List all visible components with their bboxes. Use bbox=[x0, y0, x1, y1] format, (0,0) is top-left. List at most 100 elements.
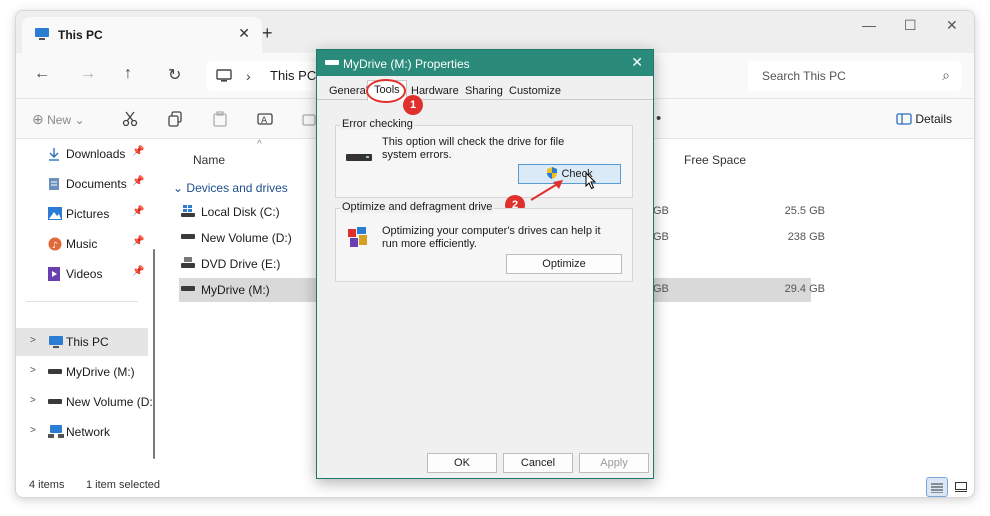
network-icon bbox=[48, 425, 64, 438]
sidebar-item-label: Documents bbox=[66, 177, 127, 191]
search-input[interactable]: Search This PC bbox=[762, 69, 846, 83]
svg-text:A: A bbox=[261, 116, 268, 126]
properties-dialog: MyDrive (M:) Properties ✕ General Tools … bbox=[316, 49, 654, 479]
chevron-down-icon: ⌄ bbox=[74, 113, 85, 127]
svg-text:♪: ♪ bbox=[52, 241, 58, 251]
drive-icon bbox=[346, 154, 372, 161]
apply-button[interactable]: Apply bbox=[579, 453, 649, 473]
close-window-button[interactable]: ✕ bbox=[946, 17, 958, 34]
tab-hardware[interactable]: Hardware bbox=[411, 85, 459, 97]
group-devices-and-drives[interactable]: ⌄ Devices and drives bbox=[173, 181, 288, 195]
plus-circle-icon: ⊕ bbox=[32, 111, 44, 127]
sidebar-scrollbar[interactable] bbox=[153, 249, 155, 459]
title-bar: This PC ✕ + — ☐ ✕ bbox=[16, 11, 974, 53]
windows-drive-icon bbox=[181, 205, 195, 217]
expand-arrow-icon[interactable]: > bbox=[30, 395, 36, 406]
drive-total-size: GB bbox=[653, 205, 669, 217]
drive-total-size: GB bbox=[653, 231, 669, 243]
cancel-button[interactable]: Cancel bbox=[503, 453, 573, 473]
ok-button[interactable]: OK bbox=[427, 453, 497, 473]
tiles-view-button[interactable] bbox=[950, 477, 972, 497]
up-button[interactable]: ↑ bbox=[124, 65, 132, 83]
pin-icon: 📌 bbox=[132, 206, 145, 217]
dialog-close-icon[interactable]: ✕ bbox=[631, 54, 643, 71]
sidebar-item-this-pc[interactable]: > This PC bbox=[16, 328, 148, 356]
sidebar-item-network[interactable]: > Network bbox=[16, 418, 148, 446]
new-button[interactable]: ⊕ New ⌄ bbox=[32, 111, 85, 128]
dvd-drive-icon bbox=[181, 257, 195, 268]
drive-icon bbox=[48, 399, 62, 404]
selection-count: 1 item selected bbox=[86, 479, 160, 491]
column-header-name[interactable]: Name bbox=[193, 153, 225, 167]
refresh-button[interactable]: ↻ bbox=[168, 65, 181, 85]
sidebar-item-music[interactable]: ♪ Music 📌 bbox=[16, 230, 148, 258]
tab-general[interactable]: General bbox=[329, 85, 368, 97]
drive-free-space: 25.5 GB bbox=[784, 205, 825, 217]
tab-close-icon[interactable]: ✕ bbox=[238, 25, 250, 42]
drive-icon bbox=[181, 234, 195, 239]
drive-name: New Volume (D:) bbox=[201, 231, 292, 245]
sidebar-item-downloads[interactable]: Downloads 📌 bbox=[16, 140, 148, 168]
documents-icon bbox=[49, 178, 59, 190]
error-checking-description: This option will check the drive for fil… bbox=[382, 136, 565, 161]
pin-icon: 📌 bbox=[132, 266, 145, 277]
drive-name: MyDrive (M:) bbox=[201, 283, 270, 297]
sidebar-item-documents[interactable]: Documents 📌 bbox=[16, 170, 148, 198]
rename-icon[interactable]: A bbox=[257, 111, 273, 127]
new-tab-button[interactable]: + bbox=[262, 23, 273, 44]
sort-arrow-icon: ^ bbox=[257, 139, 262, 150]
forward-button[interactable]: → bbox=[80, 65, 96, 83]
videos-icon bbox=[48, 267, 60, 281]
expand-arrow-icon[interactable]: > bbox=[30, 335, 36, 346]
drive-total-size: GB bbox=[653, 283, 669, 295]
pin-icon: 📌 bbox=[132, 146, 145, 157]
drive-icon bbox=[325, 60, 339, 65]
sidebar-item-new-volume[interactable]: > New Volume (D: bbox=[16, 388, 153, 416]
minimize-button[interactable]: — bbox=[862, 17, 876, 33]
more-options-icon[interactable]: • bbox=[656, 110, 661, 127]
details-view-button[interactable] bbox=[926, 477, 948, 497]
annotation-arrow bbox=[530, 180, 563, 201]
optimize-button[interactable]: Optimize bbox=[506, 254, 622, 274]
copy-icon[interactable] bbox=[167, 111, 183, 127]
details-pane-icon bbox=[896, 113, 912, 125]
details-button[interactable]: Details bbox=[896, 112, 952, 126]
item-count: 4 items bbox=[29, 479, 65, 491]
details-label: Details bbox=[915, 112, 952, 126]
this-pc-icon bbox=[35, 28, 49, 40]
paste-icon[interactable] bbox=[212, 111, 228, 127]
tiles-view-icon bbox=[955, 482, 967, 492]
music-icon: ♪ bbox=[48, 237, 62, 251]
expand-arrow-icon[interactable]: > bbox=[30, 365, 36, 376]
new-button-label: New bbox=[47, 113, 72, 127]
expand-arrow-icon[interactable]: > bbox=[30, 425, 36, 436]
dialog-title-bar[interactable]: MyDrive (M:) Properties ✕ bbox=[317, 50, 653, 76]
sidebar-item-mydrive[interactable]: > MyDrive (M:) bbox=[16, 358, 148, 386]
back-button[interactable]: ← bbox=[34, 65, 50, 83]
sidebar-divider bbox=[26, 301, 138, 302]
tab-sharing[interactable]: Sharing bbox=[465, 85, 503, 97]
search-icon: ⌕ bbox=[942, 67, 950, 83]
navigation-pane: Downloads 📌 Documents 📌 Pictures 📌 ♪ Mus… bbox=[16, 139, 156, 474]
tab-title: This PC bbox=[58, 28, 103, 42]
optimize-group: Optimize and defragment drive Optimizing… bbox=[335, 201, 633, 282]
tab-customize[interactable]: Customize bbox=[509, 85, 561, 97]
column-header-free-space[interactable]: Free Space bbox=[684, 153, 746, 167]
sidebar-item-videos[interactable]: Videos 📌 bbox=[16, 260, 148, 288]
group-label: Devices and drives bbox=[186, 181, 288, 195]
tab-this-pc[interactable]: This PC ✕ bbox=[22, 17, 262, 53]
pin-icon: 📌 bbox=[132, 176, 145, 187]
step-1-badge: 1 bbox=[403, 95, 423, 115]
dialog-title: MyDrive (M:) Properties bbox=[343, 57, 470, 71]
cut-icon[interactable] bbox=[122, 111, 138, 127]
drive-icon bbox=[48, 369, 62, 374]
breadcrumb-this-pc[interactable]: This PC bbox=[270, 68, 316, 83]
sidebar-item-label: Videos bbox=[66, 267, 103, 281]
tools-tab-highlight bbox=[366, 79, 406, 103]
sidebar-item-label: MyDrive (M:) bbox=[66, 365, 135, 379]
sidebar-item-label: Pictures bbox=[66, 207, 110, 221]
maximize-button[interactable]: ☐ bbox=[904, 17, 917, 34]
drive-free-space: 238 GB bbox=[787, 231, 825, 243]
sidebar-item-pictures[interactable]: Pictures 📌 bbox=[16, 200, 148, 228]
search-box[interactable]: Search This PC ⌕ bbox=[748, 61, 962, 91]
